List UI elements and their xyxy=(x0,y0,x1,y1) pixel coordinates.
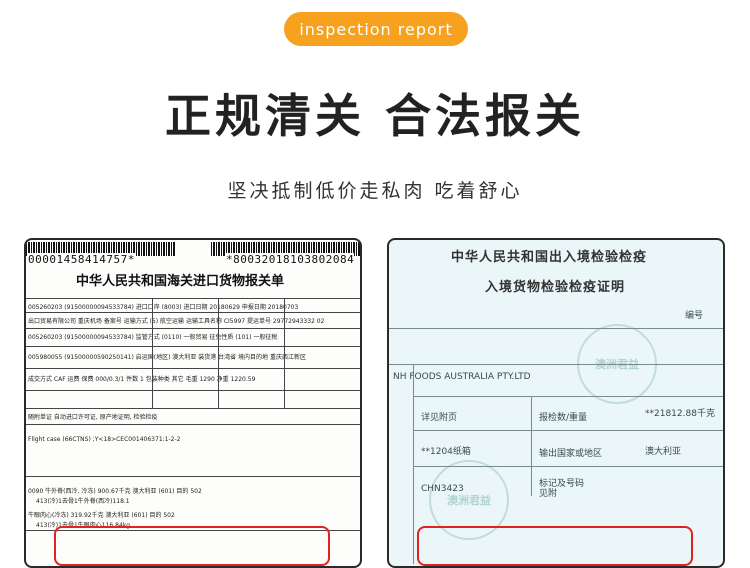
consignor-name: NH FOODS AUSTRALIA PTY.LTD xyxy=(393,372,531,382)
marks-value: 见附 xyxy=(539,489,558,499)
customs-declaration-card: 00001458414757* *80032018103802084 中华人民共… xyxy=(24,238,362,568)
highlight-box-left xyxy=(54,526,330,566)
package-value: **1204纸箱 xyxy=(421,447,471,457)
customs-declaration-title: 中华人民共和国海关进口货物报关单 xyxy=(76,274,285,289)
declaration-row: 005980055 (91500000590250141) 启运国(地区) 澳大… xyxy=(28,354,306,361)
barcode-right-number: *80032018103802084 xyxy=(226,253,355,266)
quantity-value: **21812.88千克 xyxy=(645,409,715,419)
quantity-label: 报检数/重量 xyxy=(539,413,588,423)
goods-item-line: 牛眼肉心(冷冻) 319.92千克 澳大利亚 (601) 目的 502 xyxy=(28,512,175,519)
page-subline: 坚决抵制低价走私肉 吃着舒心 xyxy=(227,180,523,202)
container-value: CHN3423 xyxy=(421,484,464,494)
inspection-certificate-card: 中华人民共和国出入境检验检疫 入境货物检验检疫证明 编号 澳洲君益 澳洲君益 N… xyxy=(387,238,725,568)
certificate-title: 入境货物检验检疫证明 xyxy=(485,280,626,295)
declaration-row: 出口贸易有限公司 重庆机场 备案号 运输方式 (5) 航空运输 运输工具名称 C… xyxy=(28,318,325,325)
origin-label: 输出国家或地区 xyxy=(539,449,603,459)
page-headline: 正规清关 合法报关 xyxy=(164,89,585,143)
goods-item-line: 0090 牛外脊(西冷, 冷冻) 900.67千克 澳大利亚 (601) 目的 … xyxy=(28,488,202,495)
goods-item-line: 413(冷)1去骨1牛外脊(西冷)118.1 xyxy=(36,498,130,505)
shipping-marks: Flight case (66CTNS) ;Y<18>CEC001406371:… xyxy=(28,436,181,443)
certificate-number-label: 编号 xyxy=(685,311,704,321)
declaration-row: 随附单证 自动进口许可证, 原产地证明, 检验检疫 xyxy=(28,414,158,421)
goods-label: 详见附页 xyxy=(421,413,458,423)
declaration-row: 成交方式 CAF 运费 保费 000/0.3/1 件数 1 包装种类 其它 毛重… xyxy=(28,376,256,383)
barcode-left-number: 00001458414757* xyxy=(28,253,135,266)
declaration-row: 005260203 (91500000094533784) 进口口岸 (8003… xyxy=(28,304,299,311)
highlight-box-right xyxy=(417,526,693,566)
origin-value: 澳大利亚 xyxy=(645,447,682,457)
inspection-report-badge: inspection report xyxy=(284,12,468,46)
certificate-authority-title: 中华人民共和国出入境检验检疫 xyxy=(451,250,648,265)
